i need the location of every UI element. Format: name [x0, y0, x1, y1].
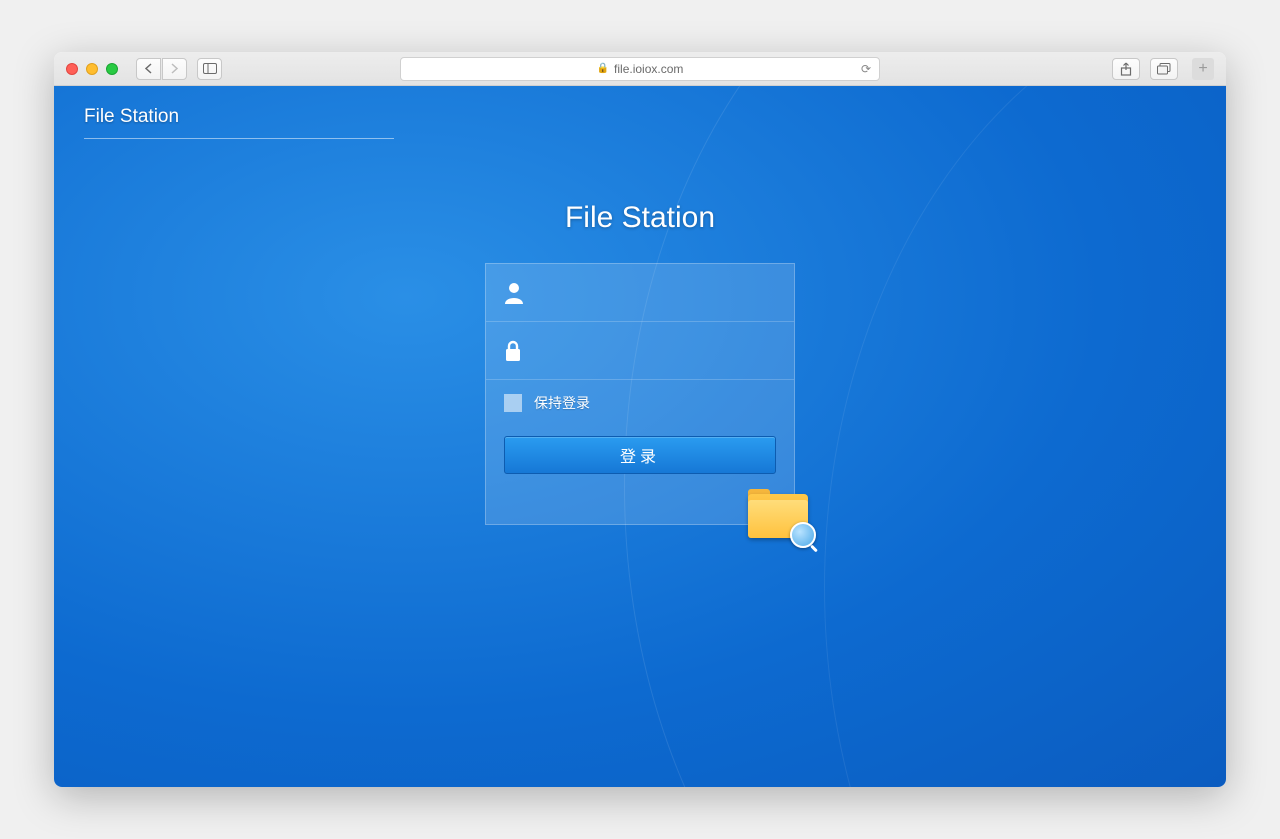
brand-title: File Station: [84, 106, 394, 139]
toolbar-right: +: [1112, 58, 1214, 80]
username-row: [486, 264, 794, 322]
nav-buttons: [136, 58, 187, 80]
lock-icon: 🔒: [597, 63, 609, 74]
remember-label: 保持登录: [534, 393, 590, 413]
sidebar-toggle-button[interactable]: [197, 58, 222, 80]
page-content: File Station File Station: [54, 86, 1226, 787]
maximize-window-button[interactable]: [106, 63, 118, 75]
user-icon: [504, 282, 524, 304]
forward-button[interactable]: [162, 58, 187, 80]
tabs-button[interactable]: [1150, 58, 1178, 80]
login-title: File Station: [485, 201, 795, 235]
address-bar[interactable]: 🔒 file.ioiox.com ⟳: [400, 57, 880, 81]
username-input[interactable]: [538, 284, 776, 301]
login-box: 保持登录 登录: [485, 263, 795, 525]
minimize-window-button[interactable]: [86, 63, 98, 75]
url-text: file.ioiox.com: [614, 62, 683, 76]
share-button[interactable]: [1112, 58, 1140, 80]
login-button[interactable]: 登录: [504, 436, 776, 474]
window-controls: [66, 63, 118, 75]
remember-row: 保持登录: [486, 380, 794, 426]
back-button[interactable]: [136, 58, 161, 80]
close-window-button[interactable]: [66, 63, 78, 75]
browser-toolbar: 🔒 file.ioiox.com ⟳ +: [54, 52, 1226, 86]
lock-icon: [504, 340, 522, 362]
password-input[interactable]: [536, 342, 776, 359]
password-row: [486, 322, 794, 380]
login-area: File Station: [485, 201, 795, 525]
browser-window: 🔒 file.ioiox.com ⟳ + File Station File S…: [54, 52, 1226, 787]
folder-search-icon: [748, 494, 812, 544]
new-tab-button[interactable]: +: [1192, 58, 1214, 80]
reload-button[interactable]: ⟳: [861, 62, 871, 76]
remember-checkbox[interactable]: [504, 394, 522, 412]
